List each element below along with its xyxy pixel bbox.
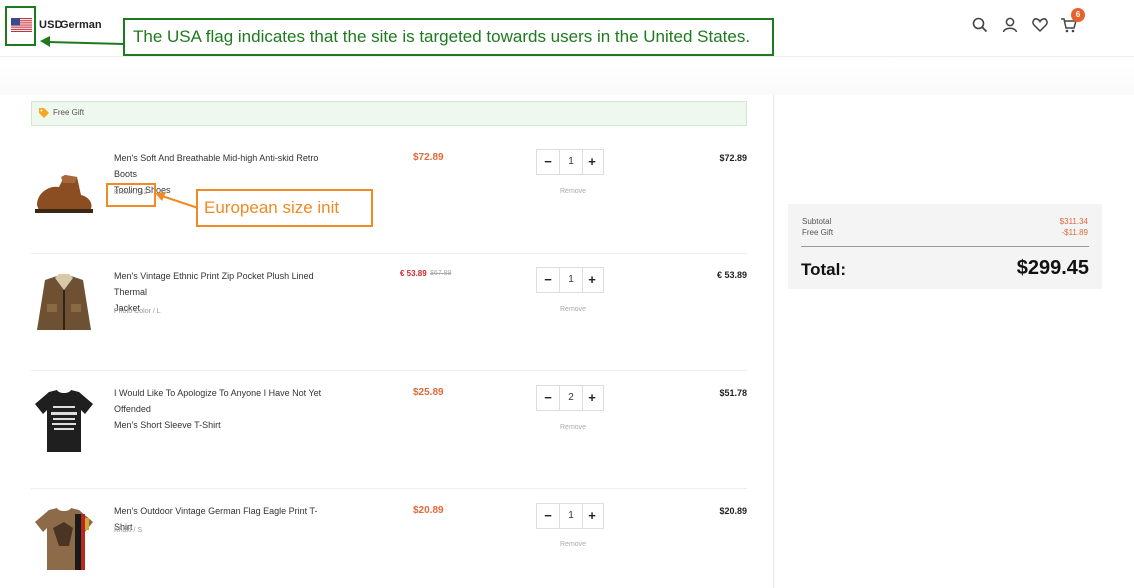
decrease-quantity-button[interactable]: − xyxy=(537,268,559,292)
row-divider xyxy=(31,370,747,371)
increase-quantity-button[interactable]: + xyxy=(581,150,603,174)
free-gift-discount-value: -$11.89 xyxy=(1061,228,1088,237)
increase-quantity-button[interactable]: + xyxy=(581,268,603,292)
quantity-stepper[interactable]: − 1 + xyxy=(536,503,604,529)
unit-price: € 53.89 xyxy=(400,269,427,278)
increase-quantity-button[interactable]: + xyxy=(581,504,603,528)
unit-price: $20.89 xyxy=(413,505,444,516)
remove-link[interactable]: Remove xyxy=(560,306,586,313)
total-value: $299.45 xyxy=(1016,257,1089,279)
annotation-arrow-orange xyxy=(155,192,199,209)
user-icon[interactable] xyxy=(1001,16,1019,34)
flag-highlight-box xyxy=(5,6,36,46)
flag-annotation: The USA flag indicates that the site is … xyxy=(123,18,774,56)
product-image-boots[interactable] xyxy=(31,165,97,235)
product-variant: Photo Color / L xyxy=(114,308,161,315)
quantity-stepper[interactable]: − 2 + xyxy=(536,385,604,411)
quantity-value[interactable]: 1 xyxy=(559,268,583,292)
line-total: $20.89 xyxy=(719,506,747,516)
decrease-quantity-button[interactable]: − xyxy=(537,504,559,528)
decrease-quantity-button[interactable]: − xyxy=(537,386,559,410)
annotation-arrow-green xyxy=(40,36,125,47)
original-price: $67.89 xyxy=(430,270,452,277)
tag-icon xyxy=(39,108,49,118)
product-variant: Khaki / S xyxy=(114,527,143,534)
product-image-tshirt-flag[interactable] xyxy=(31,506,97,576)
subtotal-label: Subtotal xyxy=(802,217,832,226)
quantity-value[interactable]: 1 xyxy=(559,150,583,174)
product-name[interactable]: Men's Outdoor Vintage German Flag Eagle … xyxy=(114,503,324,535)
unit-price: $72.89 xyxy=(413,152,444,163)
unit-price: $25.89 xyxy=(413,387,444,398)
free-gift-label: Free Gift xyxy=(53,108,85,117)
language-selector[interactable]: German xyxy=(60,19,102,31)
line-total: $72.89 xyxy=(719,153,747,163)
free-gift-discount-label: Free Gift xyxy=(802,228,834,237)
total-label: Total: xyxy=(801,260,847,279)
cart-count-badge: 6 xyxy=(1071,8,1085,22)
quantity-stepper[interactable]: − 1 + xyxy=(536,267,604,293)
heart-icon[interactable] xyxy=(1031,16,1049,34)
decrease-quantity-button[interactable]: − xyxy=(537,150,559,174)
size-annotation: European size init xyxy=(196,189,373,227)
search-icon[interactable] xyxy=(971,16,989,34)
column-divider xyxy=(773,95,774,588)
header-shadow xyxy=(0,57,1134,95)
line-total: € 53.89 xyxy=(716,270,747,280)
line-total: $51.78 xyxy=(719,388,747,398)
row-divider xyxy=(31,253,747,254)
free-gift-banner xyxy=(31,101,747,126)
quantity-value[interactable]: 2 xyxy=(559,386,583,410)
product-name[interactable]: I Would Like To Apologize To Anyone I Ha… xyxy=(114,385,324,433)
product-image-tshirt-black[interactable] xyxy=(31,388,97,458)
quantity-stepper[interactable]: − 1 + xyxy=(536,149,604,175)
remove-link[interactable]: Remove xyxy=(560,541,586,548)
remove-link[interactable]: Remove xyxy=(560,188,586,195)
size-highlight-box xyxy=(106,183,156,207)
row-divider xyxy=(31,488,747,489)
subtotal-value: $311.34 xyxy=(1059,217,1088,226)
product-image-jacket[interactable] xyxy=(31,270,97,340)
remove-link[interactable]: Remove xyxy=(560,424,586,431)
increase-quantity-button[interactable]: + xyxy=(581,386,603,410)
summary-divider xyxy=(801,246,1089,247)
quantity-value[interactable]: 1 xyxy=(559,504,583,528)
